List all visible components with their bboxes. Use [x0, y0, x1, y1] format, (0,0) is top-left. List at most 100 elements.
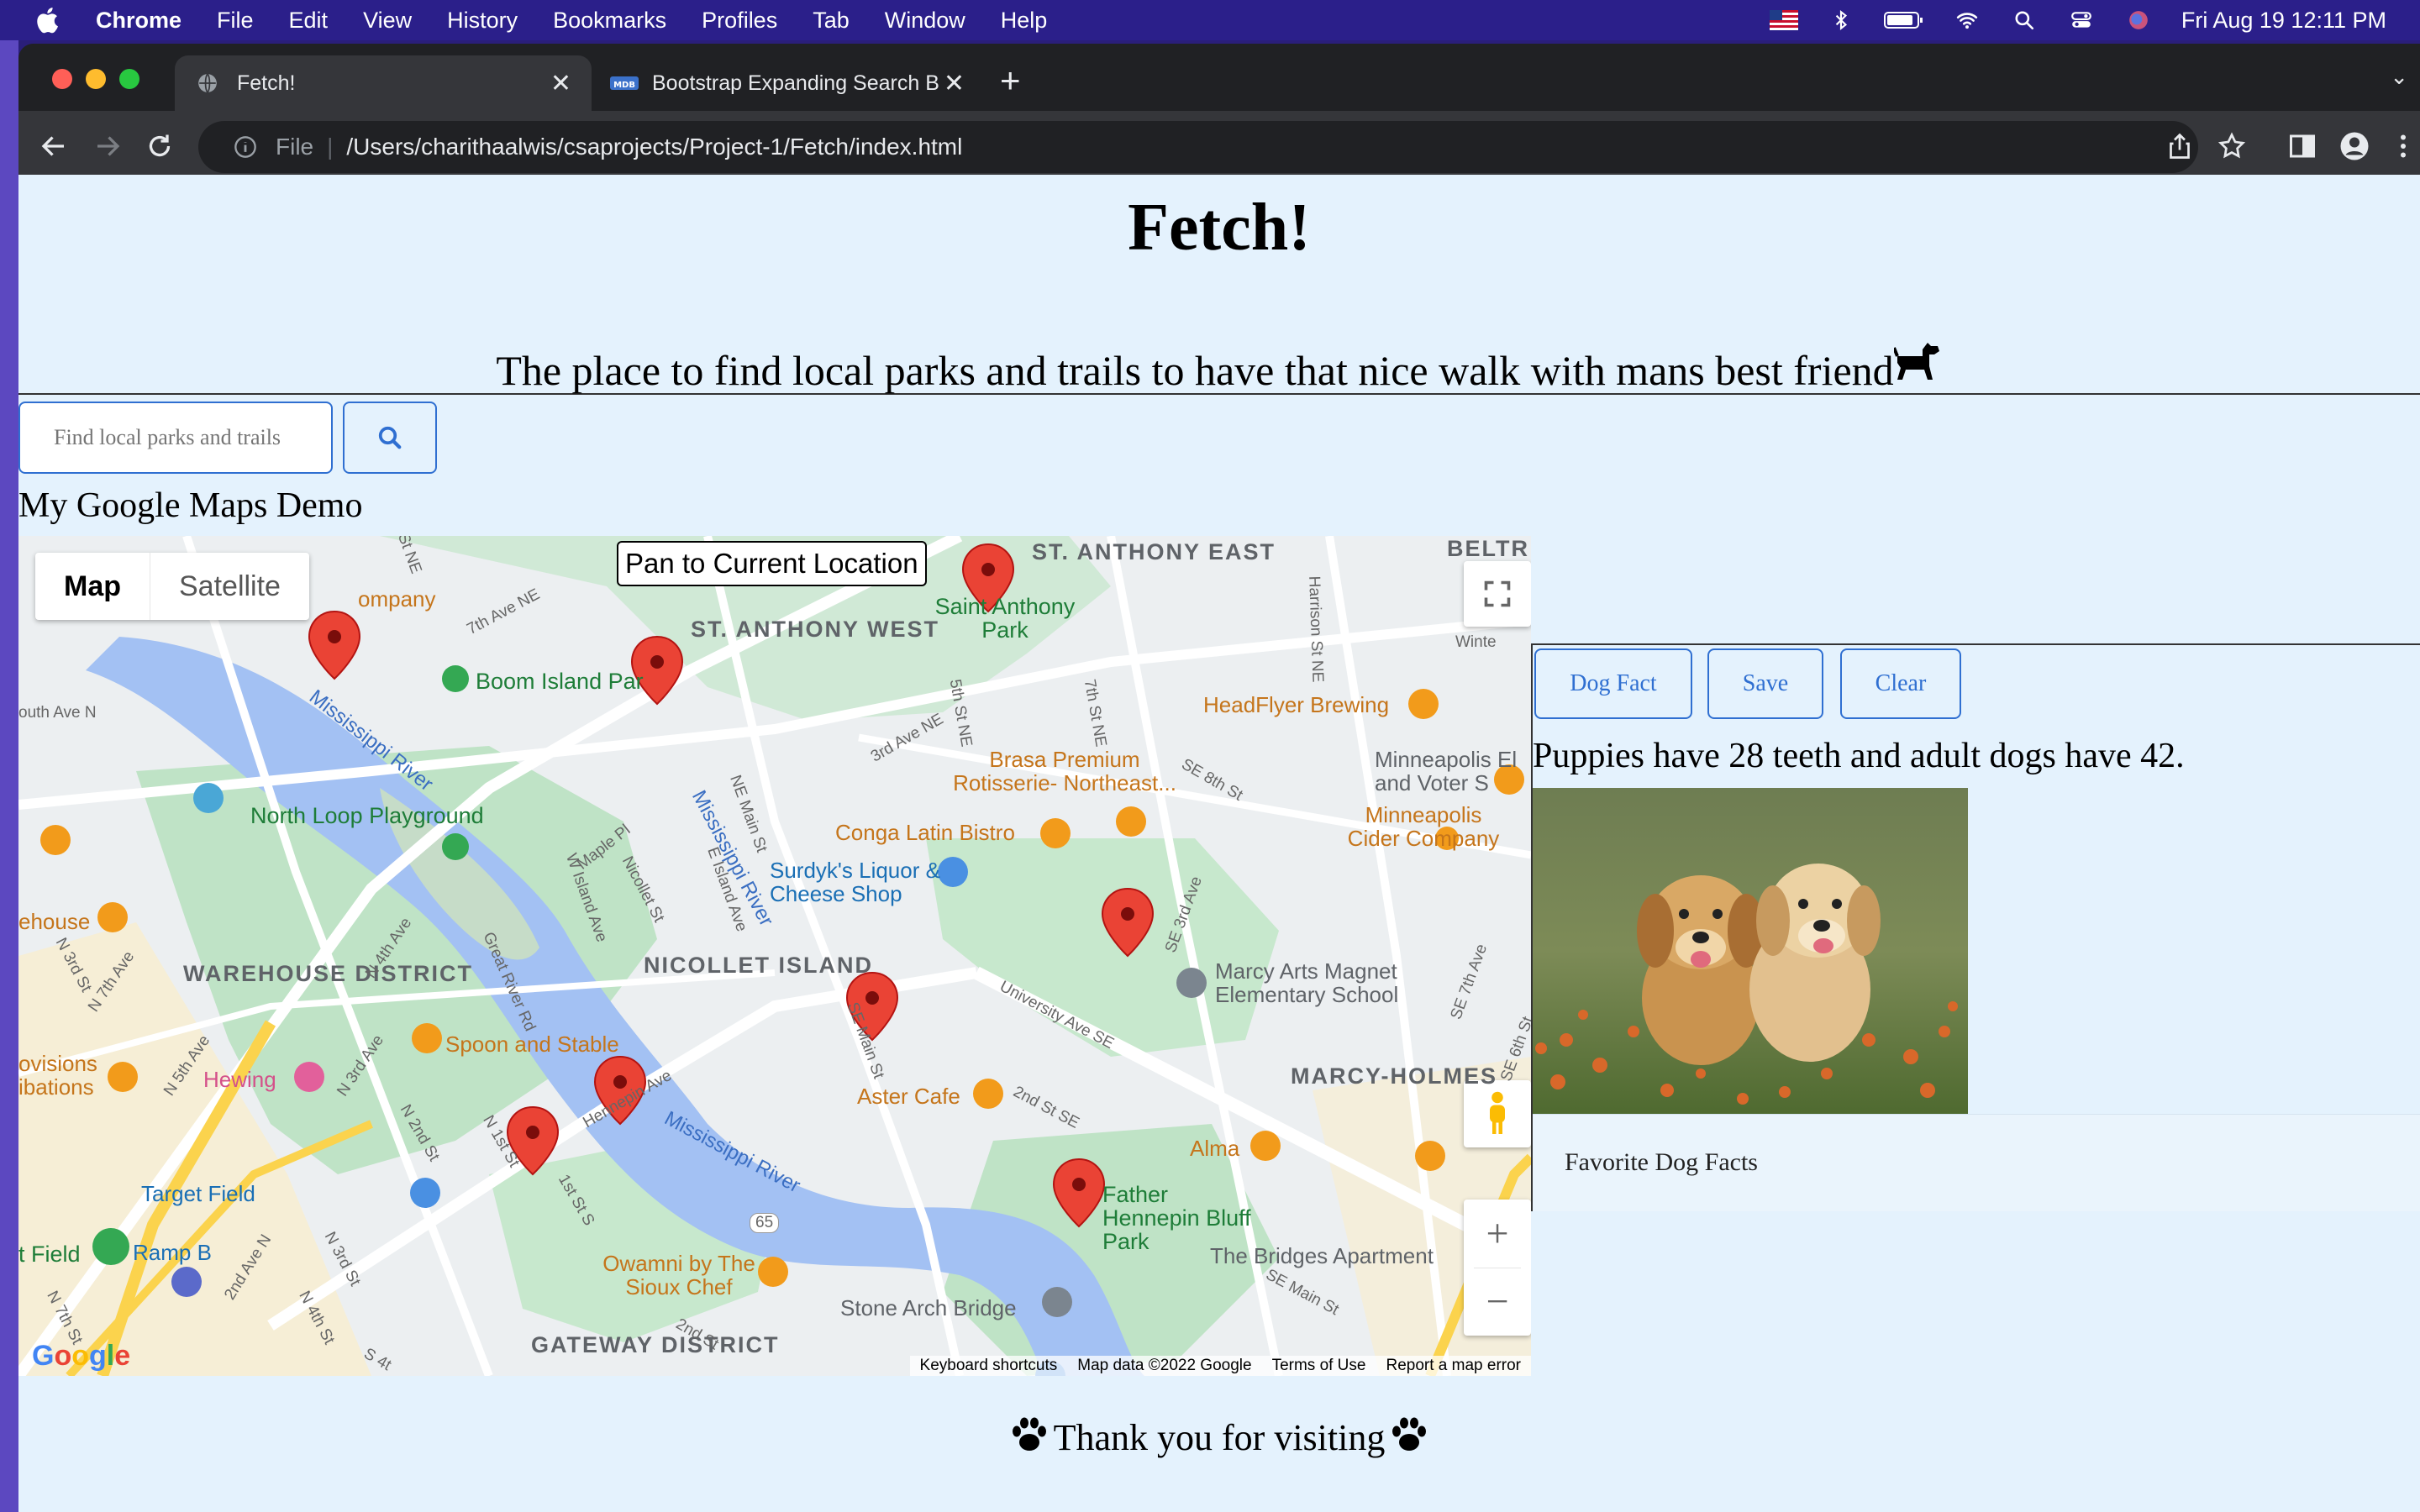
page-tagline: The place to find local parks and trails… — [18, 338, 2420, 395]
map-place-label: Owamni by The Sioux Chef — [602, 1251, 755, 1299]
zoom-window-button[interactable] — [119, 69, 139, 89]
url-scheme: File — [276, 134, 314, 160]
street-view-pegman[interactable] — [1464, 1080, 1531, 1147]
tab-bootstrap[interactable]: MDB Bootstrap Expanding Search B ✕ — [592, 55, 985, 111]
menu-view[interactable]: View — [363, 8, 412, 34]
clear-button[interactable]: Clear — [1840, 648, 1961, 719]
map-area-label: ST. ANTHONY EAST — [1032, 539, 1276, 564]
back-arrow-icon[interactable] — [39, 131, 69, 161]
menu-profiles[interactable]: Profiles — [702, 8, 777, 34]
bookmark-star-icon[interactable] — [2217, 131, 2247, 161]
zoom-control: + − — [1464, 1200, 1531, 1336]
map-area-label: ST. ANTHONY WEST — [691, 617, 940, 642]
wifi-icon[interactable] — [1953, 9, 1981, 31]
keyboard-shortcuts-link[interactable]: Keyboard shortcuts — [910, 1357, 1068, 1375]
map-place-label: Surdyk's Liquor & Cheese Shop — [770, 858, 940, 906]
us-flag-icon[interactable] — [1769, 9, 1798, 31]
menu-app-name[interactable]: Chrome — [96, 8, 182, 34]
svg-text:MDB: MDB — [613, 81, 635, 90]
dog-fact-panel: Dog Fact Save Clear Puppies have 28 teet… — [1531, 643, 2420, 1211]
map-place-label: Aster Cafe — [857, 1084, 960, 1109]
map-area-label: MARCY-HOLMES — [1291, 1063, 1497, 1089]
favorites-section: Favorite Dog Facts — [1533, 1114, 2420, 1211]
reload-icon[interactable] — [145, 131, 175, 161]
map-highway-shield: 65 — [750, 1213, 780, 1233]
menu-file[interactable]: File — [217, 8, 254, 34]
bluetooth-icon[interactable] — [1827, 9, 1855, 31]
kebab-menu-icon[interactable] — [2388, 131, 2418, 161]
paw-icon — [1012, 1417, 1046, 1451]
address-bar[interactable]: File | /Users/charithaalwis/csaprojects/… — [198, 121, 2198, 173]
side-panel-icon[interactable] — [2287, 131, 2317, 161]
map-area-label: NICOLLET ISLAND — [644, 953, 873, 978]
profile-avatar-icon[interactable] — [2339, 131, 2370, 161]
dog-fact-button[interactable]: Dog Fact — [1534, 648, 1692, 719]
map-type-map-button[interactable]: Map — [35, 553, 150, 620]
control-center-icon[interactable] — [2067, 9, 2096, 31]
info-icon[interactable] — [234, 135, 257, 159]
forward-arrow-icon[interactable] — [92, 131, 123, 161]
map-place-label: Spoon and Stable — [445, 1032, 619, 1057]
menu-bookmarks[interactable]: Bookmarks — [553, 8, 666, 34]
menu-help[interactable]: Help — [1001, 8, 1048, 34]
map-place-label: Brasa Premium Rotisserie- Northeast... — [953, 747, 1176, 795]
tab-strip: Fetch! ✕ MDB Bootstrap Expanding Search … — [18, 44, 2420, 111]
mdb-logo-icon: MDB — [610, 76, 639, 90]
search-button[interactable] — [343, 402, 437, 474]
search-input[interactable] — [18, 402, 333, 474]
zoom-in-icon[interactable]: + — [1486, 1200, 1508, 1268]
minimize-window-button[interactable] — [86, 69, 106, 89]
apple-icon[interactable] — [34, 5, 64, 35]
dog-icon — [1893, 343, 1939, 380]
map-heading: My Google Maps Demo — [18, 486, 363, 525]
share-icon[interactable] — [2165, 131, 2195, 161]
map-place-label: Minneapolis Cider Company — [1347, 802, 1500, 851]
map-place-label: Conga Latin Bistro — [835, 820, 1015, 845]
map-place-label: The Bridges Apartment — [1210, 1243, 1434, 1268]
save-button[interactable]: Save — [1707, 648, 1823, 719]
tab-title: Fetch! — [237, 71, 296, 95]
close-window-button[interactable] — [52, 69, 72, 89]
spotlight-search-icon[interactable] — [2010, 9, 2039, 31]
terms-of-use-link[interactable]: Terms of Use — [1262, 1357, 1376, 1375]
menu-history[interactable]: History — [447, 8, 518, 34]
globe-icon — [198, 73, 217, 93]
map-place-label: Minneapolis El and Voter S — [1375, 747, 1518, 795]
dog-fact-text: Puppies have 28 teeth and adult dogs hav… — [1533, 737, 2185, 775]
menu-window[interactable]: Window — [885, 8, 965, 34]
battery-icon[interactable] — [1883, 9, 1924, 31]
map-place-label: Ramp B — [133, 1240, 212, 1265]
status-area: Fri Aug 19 12:11 PM — [1769, 0, 2386, 40]
tab-title: Bootstrap Expanding Search B — [652, 71, 939, 95]
google-map[interactable]: Map Satellite Pan to Current Location + … — [18, 536, 1531, 1376]
page-viewport: Fetch! The place to find local parks and… — [18, 175, 2420, 1512]
tab-search-chevron-icon[interactable]: ⌄ — [2390, 64, 2408, 90]
new-tab-icon[interactable]: + — [1000, 60, 1021, 101]
menu-edit[interactable]: Edit — [289, 8, 329, 34]
page-title: Fetch! — [1128, 191, 1311, 265]
map-data-text: Map data ©2022 Google — [1077, 1357, 1252, 1374]
menu-tab[interactable]: Tab — [813, 8, 850, 34]
map-street-label: Harrison St NE — [1305, 575, 1327, 683]
map-place-label: Saint Anthony Park — [934, 594, 1076, 643]
url-separator: | — [327, 134, 334, 160]
close-tab-icon[interactable]: ✕ — [944, 69, 965, 98]
puppies-photo — [1533, 788, 1968, 1114]
fullscreen-button[interactable] — [1464, 561, 1531, 627]
map-place-label: ehouse — [18, 909, 91, 934]
menu-clock[interactable]: Fri Aug 19 12:11 PM — [2181, 8, 2386, 34]
map-attribution-bar: Keyboard shortcuts Map data ©2022 Google… — [909, 1356, 1531, 1376]
map-place-label: Marcy Arts Magnet Elementary School — [1215, 958, 1399, 1007]
tab-fetch[interactable]: Fetch! ✕ — [175, 55, 592, 111]
url-text[interactable]: /Users/charithaalwis/csaprojects/Project… — [346, 134, 962, 160]
favorites-label: Favorite Dog Facts — [1565, 1148, 1758, 1176]
pan-to-current-location-button[interactable]: Pan to Current Location — [617, 541, 927, 586]
map-area-label: BELTR — [1447, 536, 1529, 561]
page-footer: Thank you for visiting — [18, 1416, 2420, 1459]
footer-text: Thank you for visiting — [1053, 1417, 1386, 1458]
map-type-satellite-button[interactable]: Satellite — [150, 553, 309, 620]
siri-icon[interactable] — [2124, 9, 2153, 31]
report-map-error-link[interactable]: Report a map error — [1376, 1357, 1531, 1375]
zoom-out-icon[interactable]: − — [1486, 1268, 1508, 1336]
close-tab-icon[interactable]: ✕ — [550, 69, 571, 98]
